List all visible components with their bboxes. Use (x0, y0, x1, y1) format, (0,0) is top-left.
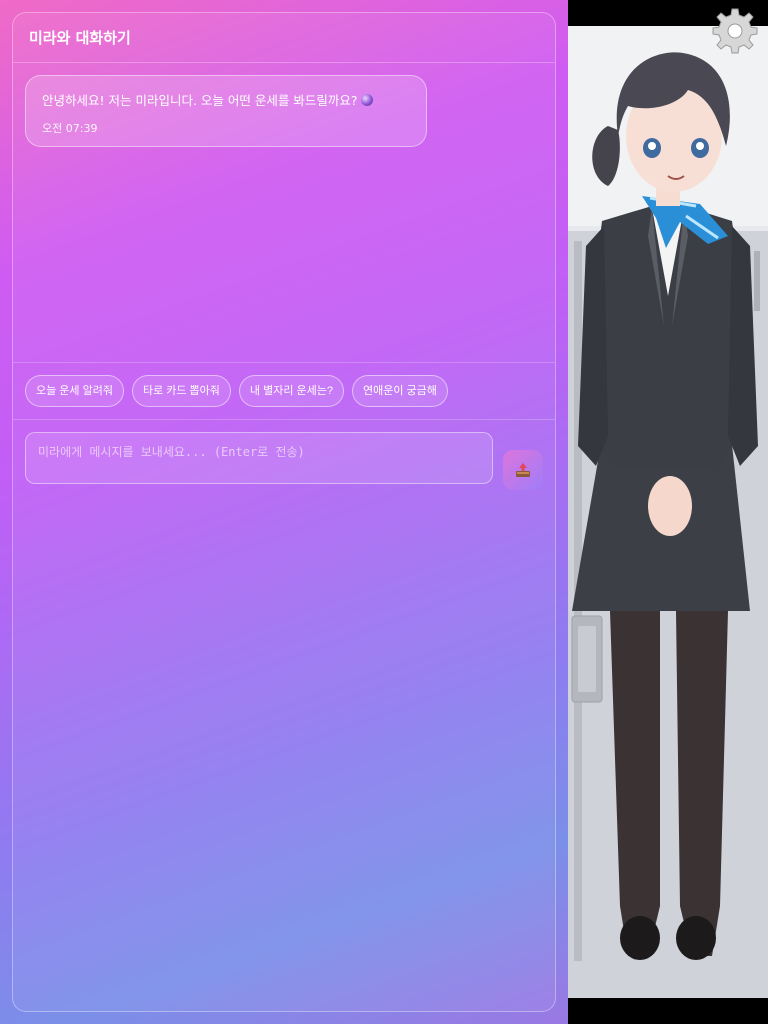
bot-message-text-row: 안녕하세요! 저는 미라입니다. 오늘 어떤 운세를 봐드릴까요? (42, 90, 410, 109)
chat-background: 미라와 대화하기 안녕하세요! 저는 미라입니다. 오늘 어떤 운세를 봐드릴까… (0, 0, 568, 1024)
quick-reply-love-fortune[interactable]: 연애운이 궁금해 (351, 375, 448, 407)
send-button[interactable] (503, 450, 543, 490)
chat-title: 미라와 대화하기 (29, 29, 131, 47)
message-timestamp: 오전 07:39 (42, 122, 98, 135)
chat-panel: 미라와 대화하기 안녕하세요! 저는 미라입니다. 오늘 어떤 운세를 봐드릴까… (12, 12, 556, 1012)
send-tray-icon (516, 463, 530, 477)
message-input[interactable] (25, 432, 493, 484)
quick-reply-horoscope[interactable]: 내 별자리 운세는? (238, 375, 344, 407)
bot-message-text: 안녕하세요! 저는 미라입니다. 오늘 어떤 운세를 봐드릴까요? (42, 93, 358, 108)
chat-header: 미라와 대화하기 (13, 13, 555, 63)
crystal-ball-icon (361, 94, 374, 106)
bot-message-bubble: 안녕하세요! 저는 미라입니다. 오늘 어떤 운세를 봐드릴까요? 오전 07:… (25, 75, 427, 147)
character-panel (568, 0, 768, 1024)
message-list[interactable]: 안녕하세요! 저는 미라입니다. 오늘 어떤 운세를 봐드릴까요? 오전 07:… (13, 63, 555, 363)
composer (13, 420, 555, 500)
quick-reply-tarot[interactable]: 타로 카드 뽑아줘 (131, 375, 231, 407)
character-avatar[interactable] (568, 26, 768, 998)
quick-reply-today-fortune[interactable]: 오늘 운세 알려줘 (25, 375, 124, 407)
quick-reply-bar: 오늘 운세 알려줘 타로 카드 뽑아줘 내 별자리 운세는? 연애운이 궁금해 (13, 363, 555, 420)
gear-icon[interactable] (710, 6, 760, 56)
